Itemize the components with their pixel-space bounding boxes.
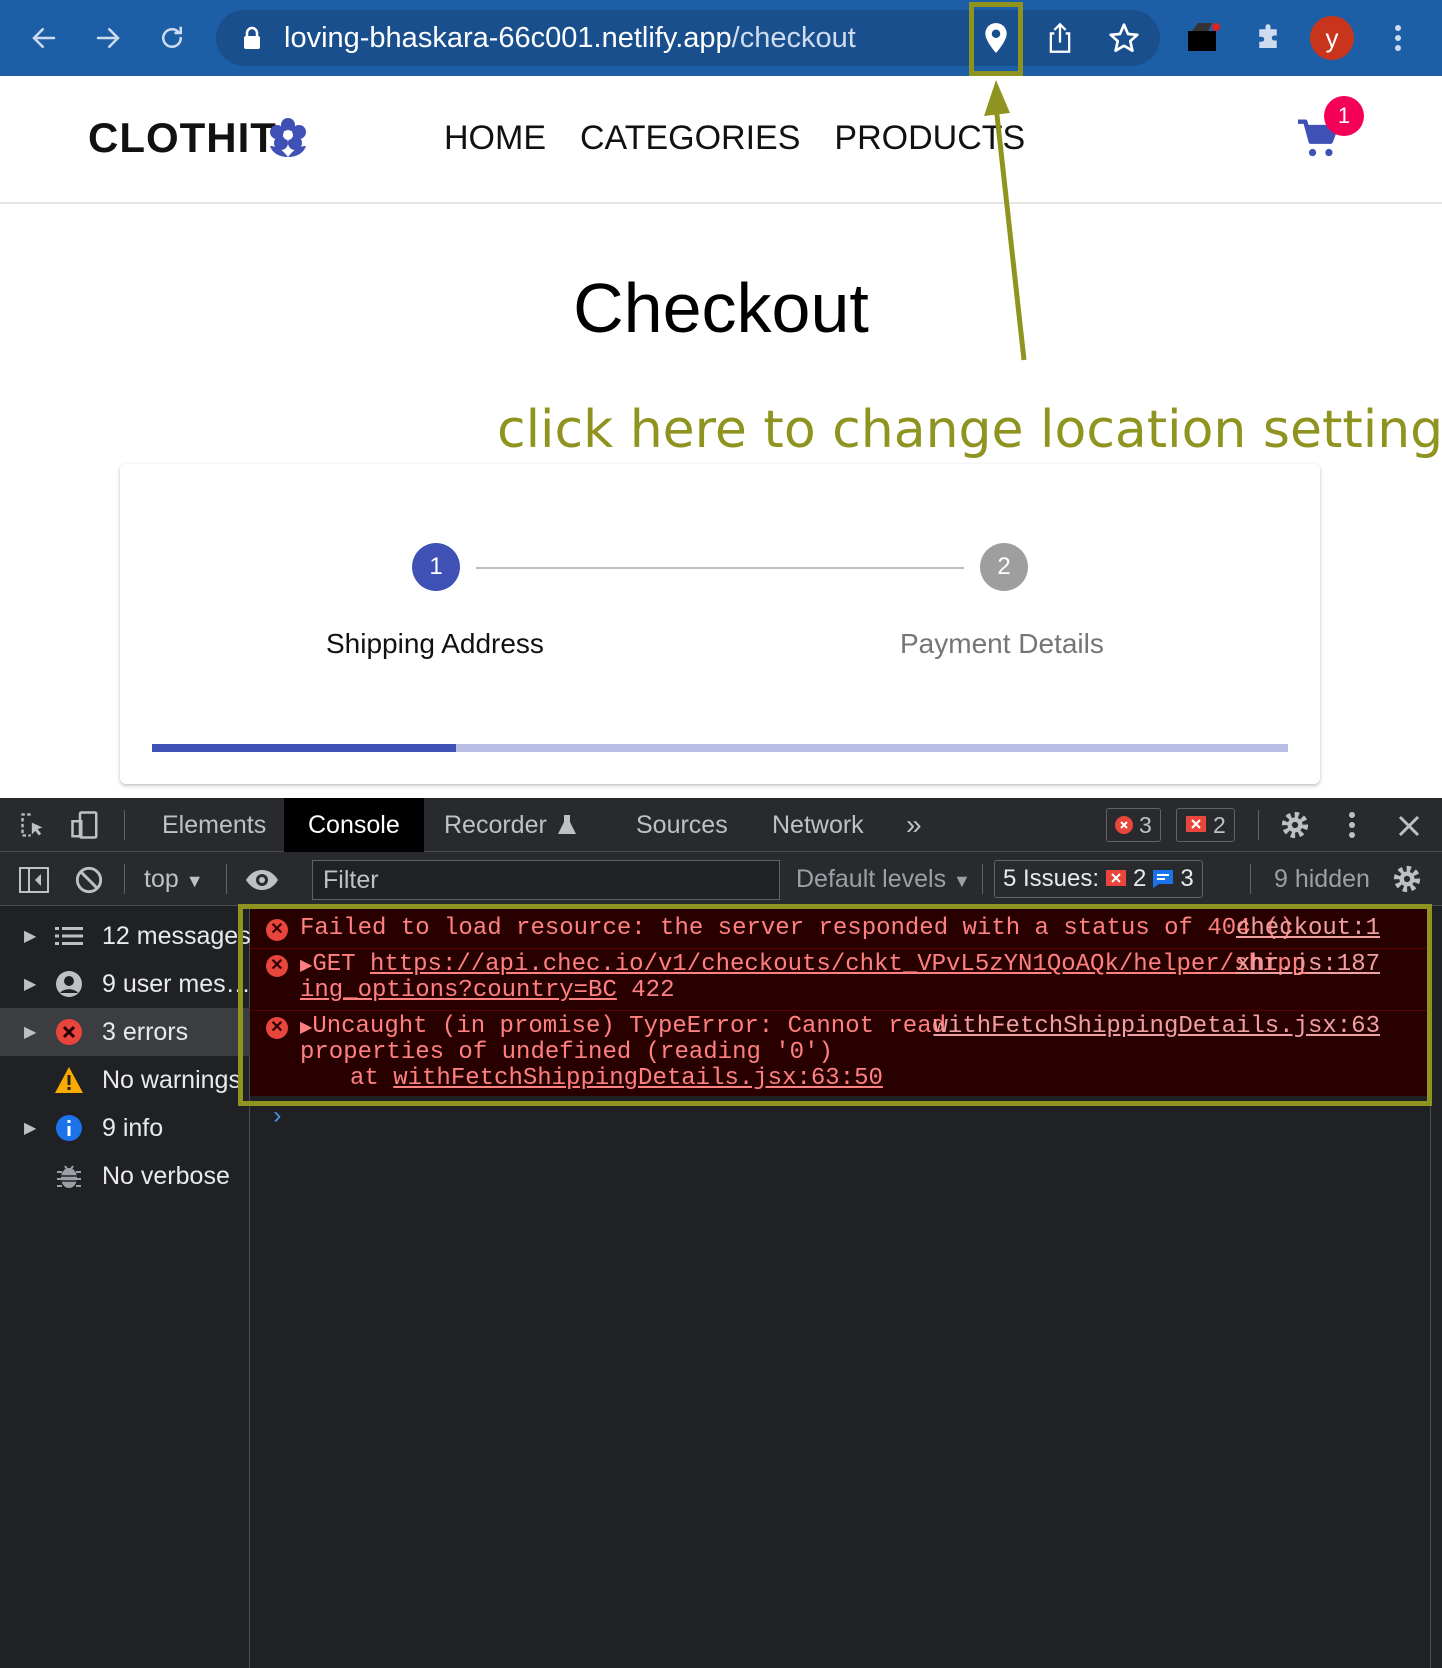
cart-count-badge: 1 (1324, 96, 1364, 136)
error-icon (54, 1017, 84, 1047)
separator (124, 810, 125, 840)
error-count-button[interactable]: 3 (1106, 808, 1161, 842)
location-highlight-box (969, 2, 1023, 76)
separator (226, 864, 227, 894)
sidebar-item-verbose[interactable]: No verbose (0, 1152, 250, 1200)
hidden-count: 9 hidden (1274, 865, 1370, 893)
more-tabs-icon[interactable]: » (882, 798, 946, 852)
annotation-text: click here to change location settings (497, 400, 1442, 460)
flask-icon (557, 815, 576, 834)
devtools-tabbar: Elements Console Recorder Sources Networ… (0, 798, 1442, 852)
progress-bar (152, 744, 1288, 752)
device-toolbar-icon[interactable] (68, 810, 102, 840)
back-arrow-icon[interactable] (20, 14, 68, 62)
filter-input[interactable]: Filter (312, 860, 780, 900)
sidebar-item-warnings[interactable]: No warnings (0, 1056, 250, 1104)
errors-highlight-box (238, 904, 1432, 1106)
warning-icon (54, 1065, 84, 1095)
browser-toolbar: loving-bhaskara-66c001.netlify.app/check… (0, 0, 1442, 76)
star-icon[interactable] (1104, 18, 1144, 58)
devtools-menu-icon[interactable] (1340, 809, 1364, 841)
default-levels-dropdown[interactable]: Default levels ▼ (796, 865, 971, 894)
nav-categories[interactable]: CATEGORIES (580, 119, 800, 158)
error-icon (1115, 816, 1133, 834)
expand-arrow-icon[interactable]: ▶ (24, 1022, 36, 1042)
url-text[interactable]: loving-bhaskara-66c001.netlify.app/check… (284, 22, 856, 55)
list-icon (54, 921, 84, 951)
share-icon[interactable] (1040, 18, 1080, 58)
profile-avatar[interactable]: y (1310, 16, 1354, 60)
step-1-label: Shipping Address (326, 628, 544, 659)
issue-error-icon (1186, 816, 1206, 832)
console-settings-gear-icon[interactable] (1390, 863, 1424, 895)
step-2-circle: 2 (980, 543, 1028, 591)
extension-app-icon[interactable] (1184, 18, 1224, 58)
issue-error-icon (1106, 870, 1127, 886)
user-icon (54, 969, 84, 999)
page-title: Checkout (573, 269, 869, 347)
sidebar-item-errors[interactable]: ▶ 3 errors (0, 1008, 250, 1056)
issue-info-icon (1153, 870, 1174, 888)
inspect-element-icon[interactable] (16, 810, 50, 840)
sidebar-item-messages[interactable]: ▶ 12 messages (0, 912, 250, 960)
separator (124, 864, 125, 894)
eye-icon[interactable] (244, 864, 280, 896)
progress-bar-fill (152, 744, 457, 752)
expand-arrow-icon[interactable]: ▶ (24, 974, 36, 994)
console-toolbar: top ▼ Filter Default levels ▼ 5 Issues: … (0, 852, 1442, 906)
step-connector (476, 567, 964, 569)
separator (982, 864, 983, 894)
tab-recorder[interactable]: Recorder (420, 798, 601, 852)
separator (1258, 810, 1259, 840)
context-selector[interactable]: top ▼ (144, 865, 204, 894)
extension-puzzle-icon[interactable] (1248, 18, 1288, 58)
console-sidebar: ▶ 12 messages ▶ 9 user mes… ▶ 3 errors N… (0, 906, 250, 1668)
main-nav: HOME CATEGORIES PRODUCTS (444, 119, 1025, 158)
clear-console-icon[interactable] (72, 864, 106, 896)
sidebar-item-info[interactable]: ▶ 9 info (0, 1104, 250, 1152)
forward-arrow-icon[interactable] (84, 14, 132, 62)
settings-gear-icon[interactable] (1278, 809, 1312, 841)
nav-home[interactable]: HOME (444, 119, 546, 158)
reload-icon[interactable] (148, 14, 196, 62)
bug-icon (54, 1161, 84, 1191)
lock-icon[interactable] (242, 26, 262, 50)
site-header: CLOTHIT HOME CATEGORIES PRODUCTS 1 (0, 76, 1442, 204)
tab-sources[interactable]: Sources (612, 798, 752, 852)
tab-elements[interactable]: Elements (138, 798, 290, 852)
annotation-arrow (984, 80, 1027, 361)
step-2-label: Payment Details (900, 628, 1104, 659)
step-1-circle: 1 (412, 543, 460, 591)
info-icon (54, 1113, 84, 1143)
issue-count-button[interactable]: 2 (1176, 808, 1235, 842)
close-icon[interactable] (1394, 811, 1424, 841)
checkout-card: 1 2 Shipping Address Payment Details (120, 464, 1320, 784)
separator (1250, 864, 1251, 894)
expand-arrow-icon[interactable]: ▶ (24, 926, 36, 946)
tab-network[interactable]: Network (748, 798, 888, 852)
console-prompt[interactable]: › (270, 1104, 284, 1131)
site-logo[interactable]: CLOTHIT (88, 114, 277, 162)
tab-console[interactable]: Console (284, 798, 424, 852)
sidebar-item-user-messages[interactable]: ▶ 9 user mes… (0, 960, 250, 1008)
flower-logo-icon (268, 116, 308, 158)
expand-arrow-icon[interactable]: ▶ (24, 1118, 36, 1138)
kebab-menu-icon[interactable] (1378, 18, 1418, 58)
issues-button[interactable]: 5 Issues: 2 3 (994, 860, 1203, 898)
sidebar-toggle-icon[interactable] (18, 865, 50, 895)
